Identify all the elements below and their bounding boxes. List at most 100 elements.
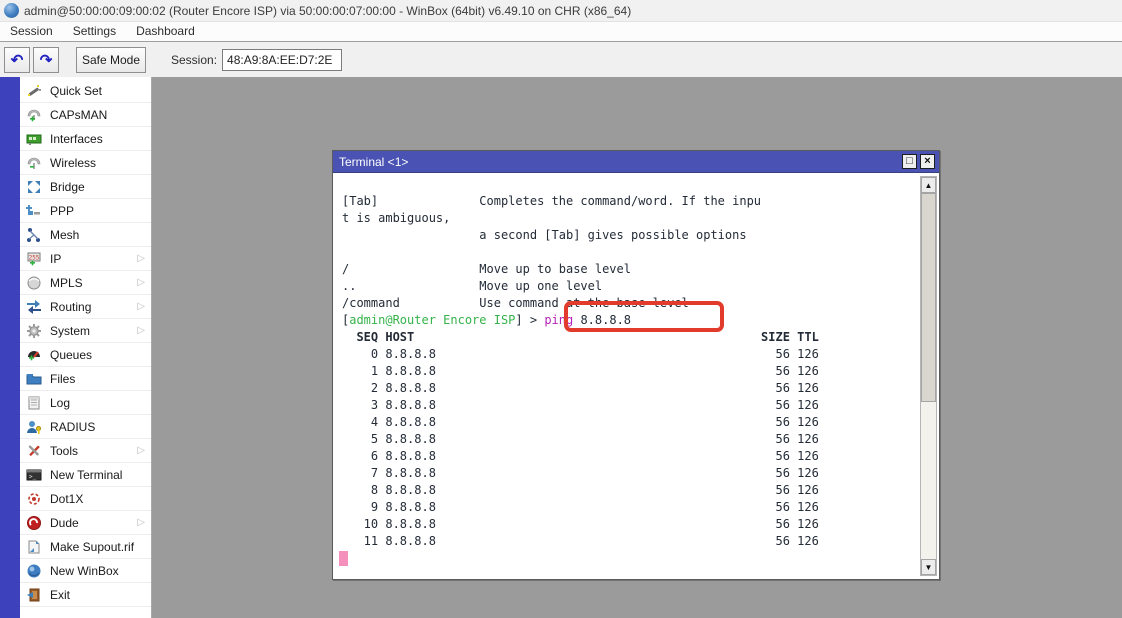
wireless-antenna-icon <box>26 155 42 171</box>
sidebar-item-label: Quick Set <box>50 84 102 98</box>
submenu-arrow-icon: ▷ <box>137 445 145 456</box>
sidebar-item-capsman[interactable]: CAPsMAN <box>20 103 151 127</box>
terminal-icon: >_ <box>26 467 42 483</box>
sidebar-item-make-supout-rif[interactable]: Make Supout.rif <box>20 535 151 559</box>
window-title: admin@50:00:00:09:00:02 (Router Encore I… <box>24 4 631 18</box>
system-gear-icon <box>26 323 42 339</box>
scroll-down-icon[interactable]: ▼ <box>921 559 936 575</box>
ping-table-row: 8 8.8.8.8 56 126 <box>342 482 819 499</box>
sidebar-item-mesh[interactable]: Mesh <box>20 223 151 247</box>
sidebar-item-bridge[interactable]: Bridge <box>20 175 151 199</box>
submenu-arrow-icon: ▷ <box>137 253 145 264</box>
terminal-line: .. Move up one level <box>342 278 819 295</box>
routing-arrows-icon <box>26 299 42 315</box>
safe-mode-button[interactable]: Safe Mode <box>76 47 146 73</box>
sidebar-item-log[interactable]: Log <box>20 391 151 415</box>
accent-strip: WinBox <box>0 77 20 618</box>
menu-dashboard[interactable]: Dashboard <box>126 22 205 41</box>
sidebar-item-tools[interactable]: Tools▷ <box>20 439 151 463</box>
sidebar-item-label: RADIUS <box>50 420 95 434</box>
interfaces-card-icon <box>26 131 42 147</box>
submenu-arrow-icon: ▷ <box>137 517 145 528</box>
sidebar-item-label: Wireless <box>50 156 96 170</box>
ping-table-row: 5 8.8.8.8 56 126 <box>342 431 819 448</box>
sidebar-item-radius[interactable]: RADIUS <box>20 415 151 439</box>
sidebar-item-label: IP <box>50 252 61 266</box>
svg-text:>_: >_ <box>29 473 37 480</box>
sidebar-item-queues[interactable]: Queues <box>20 343 151 367</box>
sidebar-item-quick-set[interactable]: Quick Set <box>20 79 151 103</box>
session-field[interactable]: 48:A9:8A:EE:D7:2E <box>222 49 342 71</box>
menu-settings[interactable]: Settings <box>63 22 126 41</box>
terminal-line <box>342 244 819 261</box>
terminal-titlebar[interactable]: Terminal <1> □ × <box>333 151 939 173</box>
sidebar-item-mpls[interactable]: MPLS▷ <box>20 271 151 295</box>
sidebar-item-dot1x[interactable]: Dot1X <box>20 487 151 511</box>
supout-file-icon <box>26 539 42 555</box>
scroll-up-icon[interactable]: ▲ <box>921 177 936 193</box>
ping-table-row: 11 8.8.8.8 56 126 <box>342 533 819 550</box>
sidebar-item-label: New Terminal <box>50 468 122 482</box>
menubar: Session Settings Dashboard <box>0 22 1122 42</box>
undo-button[interactable]: ↶ <box>4 47 30 73</box>
sidebar-item-label: System <box>50 324 90 338</box>
terminal-cursor <box>339 551 348 566</box>
sidebar-item-label: Exit <box>50 588 70 602</box>
sidebar-item-label: Dot1X <box>50 492 83 506</box>
terminal-line: t is ambiguous, <box>342 210 819 227</box>
sidebar-item-new-terminal[interactable]: >_ New Terminal <box>20 463 151 487</box>
sidebar-item-ip[interactable]: 255 IP ▷ <box>20 247 151 271</box>
terminal-line: / Move up to base level <box>342 261 819 278</box>
sidebar-item-label: Mesh <box>50 228 79 242</box>
ping-table-row: 6 8.8.8.8 56 126 <box>342 448 819 465</box>
sidebar-item-new-winbox[interactable]: New WinBox <box>20 559 151 583</box>
sidebar-item-label: CAPsMAN <box>50 108 107 122</box>
ip-255-icon: 255 <box>26 251 42 267</box>
terminal-line: a second [Tab] gives possible options <box>342 227 819 244</box>
sidebar-item-routing[interactable]: Routing ▷ <box>20 295 151 319</box>
sidebar-item-label: Routing <box>50 300 91 314</box>
maximize-button[interactable]: □ <box>902 154 917 169</box>
menu-session[interactable]: Session <box>0 22 63 41</box>
undo-icon: ↶ <box>11 51 24 69</box>
redo-button[interactable]: ↷ <box>33 47 59 73</box>
ping-table-row: 2 8.8.8.8 56 126 <box>342 380 819 397</box>
maximize-icon: □ <box>906 156 913 167</box>
sidebar-item-files[interactable]: Files <box>20 367 151 391</box>
capsman-antenna-icon <box>26 107 42 123</box>
terminal-prompt-line: [admin@Router Encore ISP] > ping 8.8.8.8 <box>342 312 819 329</box>
toolbar: ↶ ↷ Safe Mode Session: 48:A9:8A:EE:D7:2E <box>0 42 1122 77</box>
terminal-title: Terminal <1> <box>339 155 902 169</box>
ping-table-row: 0 8.8.8.8 56 126 <box>342 346 819 363</box>
files-folder-icon <box>26 371 42 387</box>
sidebar-item-exit[interactable]: Exit <box>20 583 151 607</box>
scrollbar-thumb[interactable] <box>921 193 936 402</box>
sidebar-item-system[interactable]: System ▷ <box>20 319 151 343</box>
sidebar-item-label: Make Supout.rif <box>50 540 134 554</box>
close-button[interactable]: × <box>920 154 935 169</box>
sidebar-item-dude[interactable]: Dude▷ <box>20 511 151 535</box>
terminal-text: [Tab] Completes the command/word. If the… <box>342 193 819 567</box>
sidebar: Quick Set CAPsMAN Interfaces Wireless Bridge… <box>20 77 152 618</box>
session-label: Session: <box>171 53 217 67</box>
ping-table-row: 4 8.8.8.8 56 126 <box>342 414 819 431</box>
submenu-arrow-icon: ▷ <box>137 301 145 312</box>
ping-table-row: 1 8.8.8.8 56 126 <box>342 363 819 380</box>
sidebar-item-ppp[interactable]: PPP <box>20 199 151 223</box>
terminal-body[interactable]: [Tab] Completes the command/word. If the… <box>333 173 939 579</box>
terminal-scrollbar[interactable]: ▲ ▼ <box>920 176 937 576</box>
terminal-line: /command Use command at the base level <box>342 295 819 312</box>
terminal-line: [Tab] Completes the command/word. If the… <box>342 193 819 210</box>
session-value: 48:A9:8A:EE:D7:2E <box>227 53 332 67</box>
sidebar-item-wireless[interactable]: Wireless <box>20 151 151 175</box>
winbox-logo-icon <box>4 3 19 18</box>
terminal-window: Terminal <1> □ × [Tab] Completes the com… <box>332 150 940 580</box>
submenu-arrow-icon: ▷ <box>137 277 145 288</box>
scrollbar-track[interactable] <box>921 193 936 559</box>
submenu-arrow-icon: ▷ <box>137 325 145 336</box>
ping-table-header: SEQ HOST SIZE TTL <box>342 329 819 346</box>
bridge-arrows-icon <box>26 179 42 195</box>
ping-table-row: 10 8.8.8.8 56 126 <box>342 516 819 533</box>
sidebar-nav: Quick Set CAPsMAN Interfaces Wireless Bridge… <box>20 77 151 607</box>
sidebar-item-interfaces[interactable]: Interfaces <box>20 127 151 151</box>
